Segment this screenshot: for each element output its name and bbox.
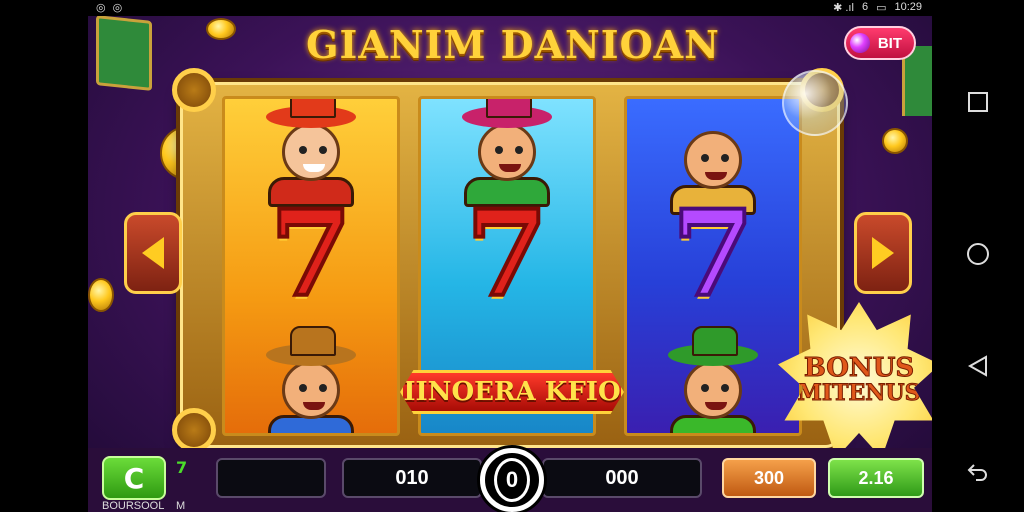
left-banner-decoration (96, 16, 152, 91)
status-right-group: ✱ .ıl 6 ▭ 10:29 (833, 1, 922, 14)
slot-game-screen: GIANIM DANIOAN BIT $ 7 (88, 16, 932, 512)
game-title: GIANIM DANIOAN (306, 22, 720, 67)
bubble-decoration (782, 70, 848, 136)
bonus-line-1: BONUS (803, 352, 915, 383)
lucky-seven-symbol: 7 (670, 184, 756, 323)
win-banner: IINOERA KFIO (400, 370, 624, 414)
battery-icon: ▭ (876, 2, 887, 14)
circle-icon[interactable] (962, 238, 994, 270)
arrow-right-icon (872, 237, 894, 269)
bit-button[interactable]: BIT (844, 26, 916, 60)
bet-field-empty[interactable] (216, 458, 326, 498)
status-time: 10:29 (894, 1, 922, 13)
status-bar: ◎ ◎ ✱ .ıl 6 ▭ 10:29 (88, 0, 932, 16)
bet-amount-button[interactable]: 300 (722, 458, 816, 498)
coin-icon (882, 128, 908, 154)
win-amount-button[interactable]: 2.16 (828, 458, 924, 498)
signal-icon: ✱ .ıl (833, 2, 854, 14)
arrow-left-icon (142, 237, 164, 269)
mini-seven-indicator: 7 (176, 458, 188, 477)
frame-ornament-icon (172, 68, 216, 112)
lucky-seven-symbol: 7 (464, 184, 550, 323)
reel-1: 7 (222, 96, 400, 436)
spin-label: 0 (494, 458, 530, 502)
gem-icon (850, 33, 870, 53)
lucky-seven-symbol: 7 (268, 184, 354, 323)
reel-3: 7 (624, 96, 802, 436)
spin-button[interactable]: 0 (480, 448, 544, 512)
bit-button-label: BIT (877, 34, 902, 52)
credit-value-field[interactable]: 000 (542, 458, 702, 498)
next-arrow-button[interactable] (854, 212, 912, 294)
frame-ornament-icon (172, 408, 216, 452)
mini-label-left: BOURSOOL (102, 500, 165, 512)
battery-level: 6 (861, 1, 869, 13)
control-bar: C 7 BOURSOOL M 010 000 0 300 2.16 (88, 448, 932, 512)
triangle-icon[interactable] (962, 350, 994, 382)
square-icon[interactable] (962, 86, 994, 118)
bonus-line-2: MITENUS (797, 380, 921, 407)
cowboy-character-icon (266, 326, 356, 433)
system-nav-bar (932, 0, 1024, 512)
mini-label-right: M (176, 500, 186, 512)
status-notification-icons: ◎ ◎ (96, 2, 125, 14)
coin-icon (88, 278, 114, 312)
back-arrow-icon: C (123, 461, 145, 495)
back-icon[interactable] (962, 456, 994, 488)
green-hat-kid-character-icon (668, 326, 758, 433)
line-value-field[interactable]: 010 (342, 458, 482, 498)
back-button[interactable]: C (102, 456, 166, 500)
coin-icon (206, 18, 236, 40)
previous-arrow-button[interactable] (124, 212, 182, 294)
